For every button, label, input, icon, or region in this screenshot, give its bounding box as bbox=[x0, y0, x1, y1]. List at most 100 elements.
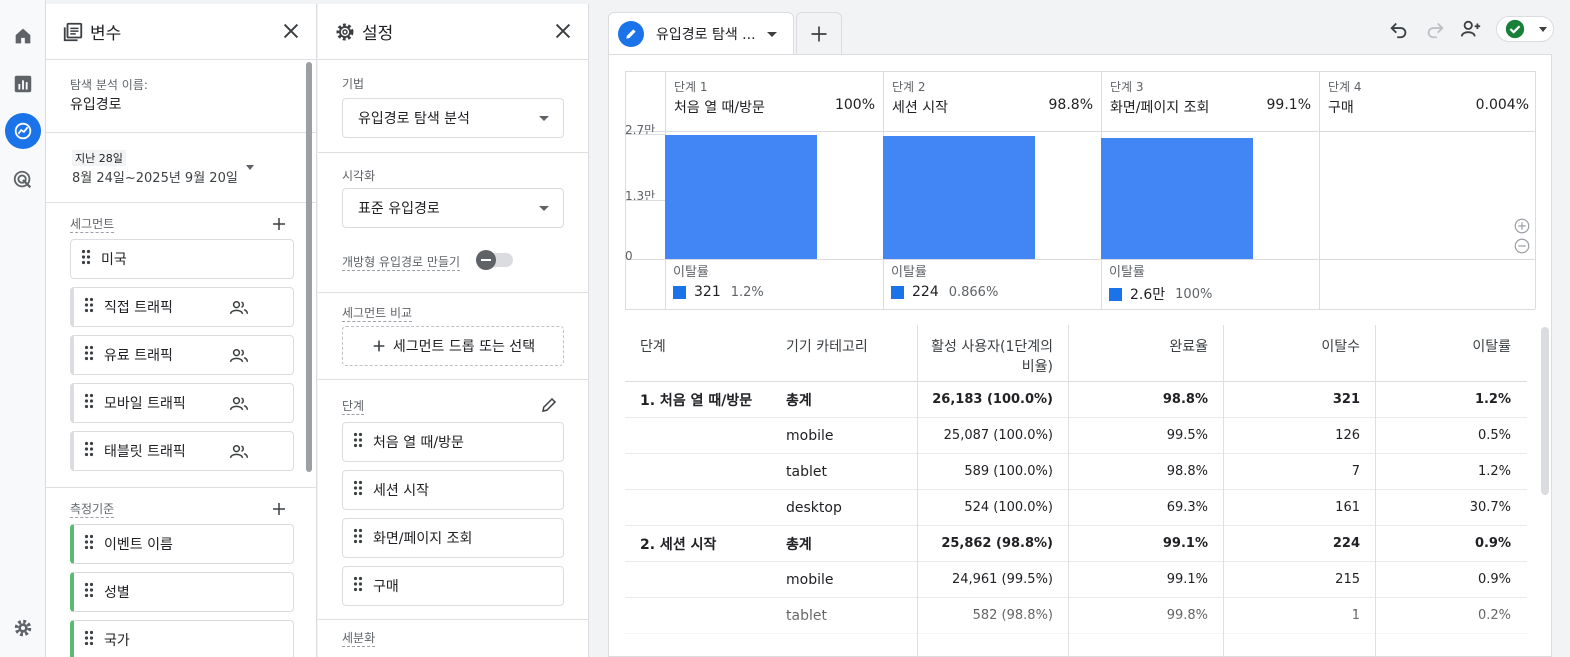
step-chip[interactable]: 구매 bbox=[342, 566, 564, 606]
table-scrollbar[interactable] bbox=[1541, 327, 1549, 495]
segment-chip[interactable]: 유료 트래픽 bbox=[70, 335, 294, 375]
funnel-step-header[interactable]: 단계 2 세션 시작 98.8% bbox=[883, 71, 1101, 131]
y-tick-line bbox=[625, 134, 665, 135]
drag-handle-icon[interactable] bbox=[353, 528, 363, 548]
step-chip[interactable]: 세션 시작 bbox=[342, 470, 564, 510]
table-cell: 215 bbox=[1223, 562, 1375, 597]
column-header[interactable]: 기기 카테고리 bbox=[771, 325, 917, 381]
funnel-bar[interactable] bbox=[665, 134, 817, 259]
pencil-icon[interactable] bbox=[618, 20, 644, 47]
column-header[interactable]: 단계 bbox=[625, 325, 771, 381]
column-header[interactable]: 완료율 bbox=[1068, 325, 1223, 381]
step-title-row: 처음 열 때/방문 100% bbox=[674, 97, 875, 117]
edit-steps-pencil-icon[interactable] bbox=[540, 396, 558, 414]
drag-handle-icon[interactable] bbox=[84, 441, 94, 461]
funnel-step-header[interactable]: 단계 3 화면/페이지 조회 99.1% bbox=[1101, 71, 1319, 131]
drag-handle-icon[interactable] bbox=[353, 432, 363, 452]
gear-icon[interactable] bbox=[5, 610, 41, 646]
table-cell: mobile bbox=[771, 418, 917, 453]
dimension-chip[interactable]: 국가 bbox=[70, 620, 294, 657]
step-number: 단계 4 bbox=[1328, 80, 1362, 94]
cell-device: tablet bbox=[786, 463, 827, 480]
step-chip[interactable]: 처음 열 때/방문 bbox=[342, 422, 564, 462]
abandonment-rate: 0.866% bbox=[948, 284, 999, 300]
exploration-name-field[interactable]: 유입경로 bbox=[70, 94, 122, 114]
segment-drop-zone[interactable]: 세그먼트 드롭 또는 선택 bbox=[342, 326, 564, 366]
segment-chip[interactable]: 미국 bbox=[70, 239, 294, 279]
cell-users: 24,961 (99.5%) bbox=[951, 572, 1053, 587]
drag-handle-icon[interactable] bbox=[81, 249, 91, 269]
drag-handle-icon[interactable] bbox=[353, 480, 363, 500]
table-row[interactable]: mobile 25,087 (100.0%) 99.5% 126 0.5% bbox=[625, 418, 1527, 454]
drag-handle-icon[interactable] bbox=[84, 345, 94, 365]
add-tab-button[interactable] bbox=[796, 12, 842, 54]
table-row[interactable]: 2. 세션 시작 총계 25,862 (98.8%) 99.1% 224 0.9% bbox=[625, 526, 1527, 562]
segment-chip[interactable]: 모바일 트래픽 bbox=[70, 383, 294, 423]
add-dimension-icon[interactable] bbox=[270, 500, 288, 518]
table-cell: 126 bbox=[1223, 418, 1375, 453]
reports-icon[interactable] bbox=[5, 66, 41, 102]
cell-completion: 69.3% bbox=[1166, 500, 1208, 515]
drag-handle-icon[interactable] bbox=[84, 297, 94, 317]
dimension-chip[interactable]: 성별 bbox=[70, 572, 294, 612]
drag-handle-icon[interactable] bbox=[84, 393, 94, 413]
zoom-in-icon[interactable] bbox=[1513, 217, 1531, 235]
status-check-button[interactable] bbox=[1496, 16, 1554, 42]
table-cell: 1.2% bbox=[1375, 454, 1527, 489]
table-row[interactable]: mobile 24,961 (99.5%) 99.1% 215 0.9% bbox=[625, 562, 1527, 598]
open-funnel-toggle[interactable] bbox=[476, 250, 513, 270]
tab-funnel-exploration[interactable]: 유입경로 탐색 ... bbox=[608, 12, 794, 54]
redo-icon[interactable] bbox=[1424, 18, 1446, 40]
undo-icon[interactable] bbox=[1388, 18, 1410, 40]
drag-handle-icon[interactable] bbox=[84, 534, 94, 554]
funnel-step-header[interactable]: 단계 4 구매 0.004% bbox=[1319, 71, 1537, 131]
funnel-bar[interactable] bbox=[883, 136, 1035, 259]
steps-section: 단계 처음 열 때/방문세션 시작화면/페이지 조회구매 bbox=[318, 380, 588, 620]
cell-rate: 30.7% bbox=[1469, 500, 1511, 515]
cell-device: 총계 bbox=[786, 536, 812, 553]
dimension-chip[interactable]: 이벤트 이름 bbox=[70, 524, 294, 564]
cell-users: 26,183 (100.0%) bbox=[932, 392, 1053, 407]
table-row[interactable]: 1. 처음 열 때/방문 총계 26,183 (100.0%) 98.8% 321 1.2… bbox=[625, 382, 1527, 418]
chevron-down-icon[interactable] bbox=[767, 32, 777, 37]
column-header[interactable]: 활성 사용자(1단계의 비율) bbox=[917, 325, 1068, 381]
explore-icon[interactable] bbox=[5, 113, 41, 149]
funnel-bar[interactable] bbox=[1101, 137, 1253, 259]
dimensions-label: 측정기준 bbox=[70, 502, 115, 518]
drag-handle-icon[interactable] bbox=[84, 630, 94, 650]
table-row[interactable]: desktop 524 (100.0%) 69.3% 161 30.7% bbox=[625, 490, 1527, 526]
technique-select[interactable]: 유입경로 탐색 분석 bbox=[342, 98, 564, 138]
funnel-step-header[interactable]: 단계 1 처음 열 때/방문 100% bbox=[665, 71, 883, 131]
visualization-select[interactable]: 표준 유입경로 bbox=[342, 188, 564, 228]
column-header[interactable]: 이탈률 bbox=[1375, 325, 1527, 381]
date-range-section[interactable]: 지난 28일 8월 24일~2025년 9월 20일 bbox=[46, 133, 316, 203]
settings-panel-header: 설정 bbox=[318, 4, 588, 60]
steps-label: 단계 bbox=[342, 399, 365, 415]
drag-handle-icon[interactable] bbox=[84, 582, 94, 602]
abandonment-count: 224 bbox=[912, 284, 939, 300]
main-area: 유입경로 탐색 ... 0 1.3만 2.7만 단계 1 처음 열 때/방문 100% 이탈… bbox=[590, 4, 1570, 657]
step-label: 구매 bbox=[373, 579, 399, 595]
step-chip[interactable]: 화면/페이지 조회 bbox=[342, 518, 564, 558]
segment-chip[interactable]: 직접 트래픽 bbox=[70, 287, 294, 327]
chart-gridline bbox=[625, 131, 1535, 132]
column-header[interactable]: 이탈수 bbox=[1223, 325, 1375, 381]
home-icon[interactable] bbox=[5, 18, 41, 54]
abandonment-rate: 100% bbox=[1175, 286, 1213, 302]
technique-section: 기법 유입경로 탐색 분석 bbox=[318, 60, 588, 153]
chevron-down-icon[interactable] bbox=[246, 165, 254, 170]
share-user-add-icon[interactable] bbox=[1460, 18, 1482, 40]
settings-panel: 설정 기법 유입경로 탐색 분석 시각화 표준 유입경로 개방형 유입경로 만들… bbox=[318, 4, 589, 657]
segment-chip[interactable]: 태블릿 트래픽 bbox=[70, 431, 294, 471]
variables-scrollbar[interactable] bbox=[306, 62, 312, 472]
visualization-section: 시각화 표준 유입경로 개방형 유입경로 만들기 bbox=[318, 153, 588, 293]
left-nav-rail bbox=[0, 0, 46, 657]
close-icon[interactable] bbox=[552, 20, 574, 42]
dimensions-section: 측정기준 이벤트 이름성별국가 bbox=[46, 488, 316, 657]
zoom-out-icon[interactable] bbox=[1513, 237, 1531, 255]
table-row[interactable]: tablet 589 (100.0%) 98.8% 7 1.2% bbox=[625, 454, 1527, 490]
close-icon[interactable] bbox=[280, 20, 302, 42]
add-segment-icon[interactable] bbox=[270, 215, 288, 233]
drag-handle-icon[interactable] bbox=[353, 576, 363, 596]
advertising-icon[interactable] bbox=[5, 162, 41, 198]
